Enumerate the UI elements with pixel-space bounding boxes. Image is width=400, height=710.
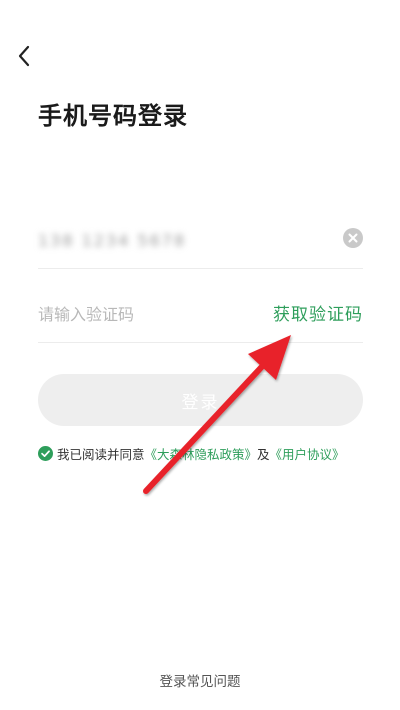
back-button[interactable] [10,40,38,72]
login-button[interactable]: 登录 [38,374,363,426]
chevron-left-icon [18,45,30,67]
get-code-button[interactable]: 获取验证码 [273,300,363,325]
user-agreement-link[interactable]: 《用户协议》 [270,444,345,463]
phone-value[interactable]: 138 1234 5678 [38,231,186,250]
clear-circle-icon[interactable] [343,228,363,248]
page-title: 手机号码登录 [38,102,188,130]
verification-code-row: 获取验证码 [38,286,363,343]
agreement-prefix: 我已阅读并同意 [57,446,145,462]
privacy-policy-link[interactable]: 《大森林隐私政策》 [145,444,258,463]
agreement-row: 我已阅读并同意 《大森林隐私政策》 及 《用户协议》 [38,444,378,462]
agreement-joiner: 及 [257,446,270,462]
verification-code-input[interactable] [38,304,228,324]
login-help-link[interactable]: 登录常见问题 [0,670,400,690]
check-circle-icon[interactable] [38,445,53,461]
phone-field[interactable]: 138 1234 5678 [38,212,363,269]
